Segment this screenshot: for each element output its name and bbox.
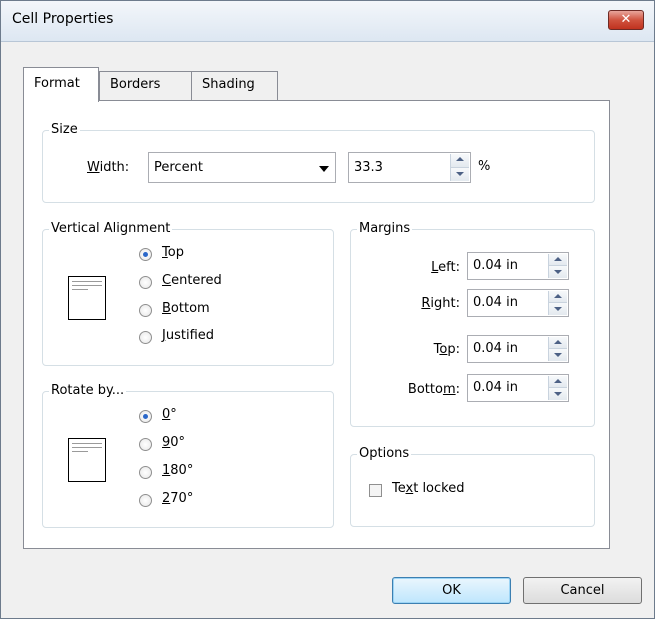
close-icon: ✕: [620, 12, 632, 27]
width-amount-value: 33.3: [354, 160, 383, 175]
margin-left-label: Left:: [431, 260, 460, 275]
radio-rotate-90[interactable]: [139, 438, 152, 451]
margin-left-value: 0.04 in: [473, 258, 518, 273]
tab-shading[interactable]: Shading: [191, 71, 278, 100]
margin-right-spinner[interactable]: 0.04 in: [467, 289, 569, 317]
margin-bottom-value: 0.04 in: [473, 380, 518, 395]
ok-button[interactable]: OK: [392, 577, 511, 604]
width-spinner-buttons: [450, 154, 469, 181]
width-label-accel: W: [87, 160, 100, 175]
size-legend: Size: [49, 122, 80, 137]
spin-down-icon[interactable]: [549, 349, 567, 361]
width-label: Width:: [87, 160, 129, 175]
margin-top-value: 0.04 in: [473, 341, 518, 356]
spin-down-icon[interactable]: [549, 388, 567, 400]
spin-down-icon[interactable]: [549, 266, 567, 278]
preview-line: [72, 281, 102, 282]
rotate-0-label: 0°: [162, 407, 177, 422]
vertical-alignment-preview: [68, 276, 106, 320]
spin-up-icon[interactable]: [549, 291, 567, 303]
preview-line: [72, 443, 102, 444]
preview-line: [72, 289, 88, 290]
valign-top-label: Top: [162, 245, 184, 260]
cell-properties-dialog: Cell Properties ✕ Format Borders Shading…: [0, 0, 655, 619]
rotate-270-label: 270°: [162, 491, 194, 506]
spin-up-icon[interactable]: [451, 154, 469, 168]
rotate-90-label: 90°: [162, 435, 186, 450]
preview-line: [72, 447, 102, 448]
width-type-value: Percent: [154, 160, 203, 175]
format-panel: Size Width: Percent 33.3 % Vertical Alig…: [23, 100, 610, 549]
window-title: Cell Properties: [12, 11, 114, 27]
tab-borders[interactable]: Borders: [99, 71, 192, 100]
margins-legend: Margins: [357, 221, 413, 236]
title-bar: Cell Properties ✕: [1, 1, 654, 42]
vertical-alignment-legend: Vertical Alignment: [49, 221, 173, 236]
radio-valign-justified[interactable]: [139, 331, 152, 344]
radio-rotate-0[interactable]: [139, 410, 152, 423]
options-legend: Options: [357, 446, 412, 461]
spin-up-icon[interactable]: [549, 337, 567, 349]
tab-shading-label: Shading: [202, 77, 255, 92]
valign-justified-label: Justified: [162, 328, 215, 343]
tab-borders-label: Borders: [110, 77, 161, 92]
chevron-down-icon: [319, 166, 329, 172]
width-label-rest: idth:: [99, 160, 130, 175]
margin-right-value: 0.04 in: [473, 295, 518, 310]
tab-format[interactable]: Format: [23, 67, 99, 102]
radio-valign-centered[interactable]: [139, 276, 152, 289]
rotate-180-label: 180°: [162, 463, 194, 478]
margin-bottom-spinner[interactable]: 0.04 in: [467, 374, 569, 402]
spin-down-icon[interactable]: [451, 167, 469, 181]
preview-line: [72, 285, 102, 286]
spin-down-icon[interactable]: [549, 303, 567, 315]
options-group: [350, 454, 595, 527]
width-unit-label: %: [478, 159, 491, 174]
radio-valign-top[interactable]: [139, 248, 152, 261]
margin-left-spinner[interactable]: 0.04 in: [467, 252, 569, 280]
tab-format-label: Format: [34, 76, 80, 91]
radio-rotate-270[interactable]: [139, 494, 152, 507]
close-button[interactable]: ✕: [608, 10, 644, 30]
margin-bottom-label: Bottom:: [407, 382, 460, 397]
valign-centered-label: Centered: [162, 273, 222, 288]
radio-valign-bottom[interactable]: [139, 304, 152, 317]
width-amount-spinner[interactable]: 33.3: [348, 152, 471, 183]
margin-top-spinner[interactable]: 0.04 in: [467, 335, 569, 363]
rotate-preview: [68, 438, 106, 482]
margin-top-label: Top:: [433, 342, 460, 357]
preview-line: [72, 451, 88, 452]
valign-bottom-label: Bottom: [162, 301, 210, 316]
spin-up-icon[interactable]: [549, 376, 567, 388]
radio-rotate-180[interactable]: [139, 466, 152, 479]
width-type-select[interactable]: Percent: [148, 152, 336, 183]
rotate-legend: Rotate by...: [49, 383, 127, 398]
text-locked-checkbox[interactable]: [369, 484, 382, 497]
cancel-button[interactable]: Cancel: [523, 577, 642, 604]
spin-up-icon[interactable]: [549, 254, 567, 266]
text-locked-label: Text locked: [392, 481, 465, 496]
margin-right-label: Right:: [421, 296, 460, 311]
